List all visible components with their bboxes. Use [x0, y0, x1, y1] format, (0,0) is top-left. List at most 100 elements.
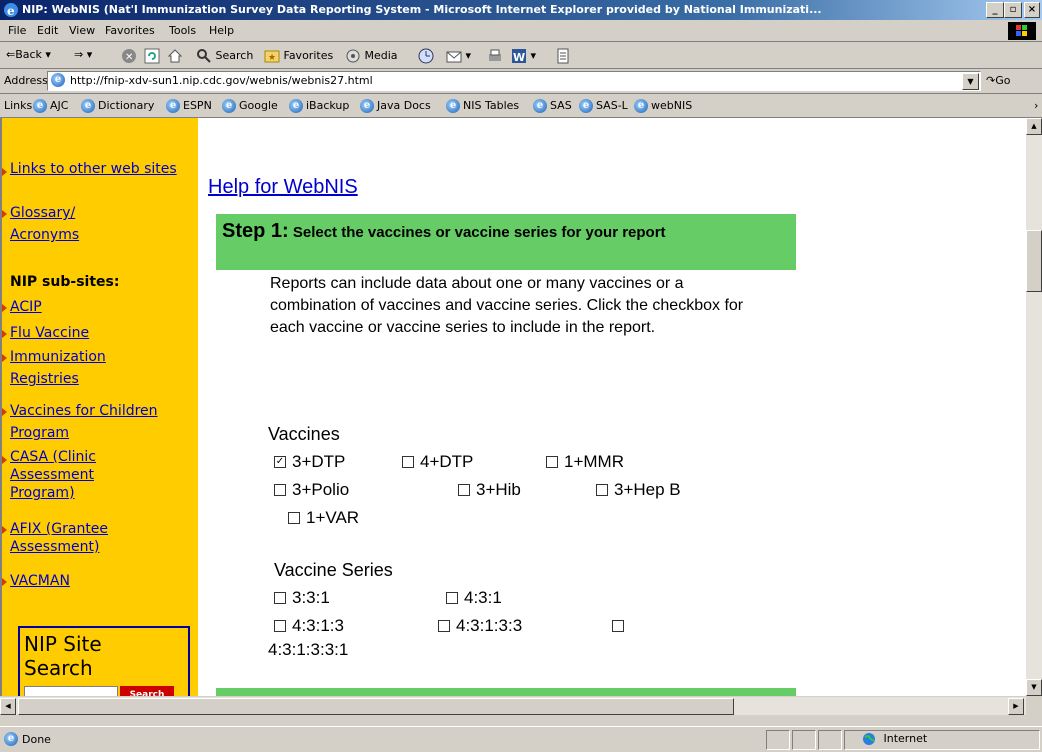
checkbox-icon[interactable] — [446, 591, 458, 604]
checkbox-icon[interactable] — [402, 455, 414, 468]
vaccine-series-heading: Vaccine Series — [274, 560, 393, 580]
menu-help[interactable]: Help — [209, 24, 234, 37]
checkbox-icon[interactable] — [546, 455, 558, 468]
series-checkbox-431[interactable]: 4:3:1 — [446, 588, 502, 608]
checkbox-icon[interactable] — [458, 483, 470, 496]
edit-button[interactable]: W ▾ — [511, 48, 536, 64]
link-java-docs[interactable]: e Java Docs — [360, 99, 431, 113]
checkbox-icon[interactable] — [274, 591, 286, 604]
favorites-button[interactable]: ★ Favorites — [264, 48, 333, 64]
address-url[interactable]: http://fnip-xdv-sun1.nip.cdc.gov/webnis/… — [70, 74, 373, 87]
sidebar-item-acip[interactable]: ACIP — [10, 296, 42, 318]
scroll-right-arrow-icon[interactable]: ▶ — [1008, 698, 1024, 715]
page-icon: e — [51, 73, 68, 87]
step1-heading: Step 1: Select the vaccines or vaccine s… — [216, 214, 796, 246]
checkbox-icon[interactable] — [438, 619, 450, 632]
checkbox-checked-icon[interactable]: ✓ — [274, 455, 286, 468]
scroll-up-arrow-icon[interactable]: ▲ — [1026, 118, 1042, 135]
menu-view[interactable]: View — [69, 24, 95, 37]
menu-file[interactable]: File — [8, 24, 26, 37]
vaccine-checkbox-3hib[interactable]: 3+Hib — [458, 480, 521, 500]
link-sas-l[interactable]: e SAS-L — [579, 99, 628, 113]
checkbox-icon[interactable] — [612, 619, 624, 632]
link-webnis[interactable]: e webNIS — [634, 99, 692, 113]
vaccine-checkbox-4dtp[interactable]: 4+DTP — [402, 452, 473, 472]
checkbox-icon[interactable] — [274, 619, 286, 632]
refresh-button[interactable] — [144, 48, 160, 64]
series-checkbox-331[interactable]: 3:3:1 — [274, 588, 330, 608]
title-bar: e NIP: WebNIS (Nat'l Immunization Survey… — [0, 0, 1042, 20]
link-espn[interactable]: e ESPN — [166, 99, 212, 113]
sidebar-item-flu-vaccine[interactable]: Flu Vaccine — [10, 322, 89, 344]
forward-button[interactable]: ⇒ ▾ — [74, 48, 92, 61]
vaccine-checkbox-1mmr[interactable]: 1+MMR — [546, 452, 624, 472]
checkbox-icon[interactable] — [274, 483, 286, 496]
go-button[interactable]: ↷Go — [986, 74, 1010, 87]
links-overflow-chevron-icon[interactable]: › — [1034, 99, 1038, 112]
sidebar-link-glossary[interactable]: Glossary/ Acronyms — [10, 202, 110, 246]
vaccine-checkbox-3hepb[interactable]: 3+Hep B — [596, 480, 681, 500]
close-button[interactable]: × — [1024, 2, 1040, 18]
horizontal-scrollbar[interactable]: ◀ ▶ — [0, 696, 1026, 715]
back-button[interactable]: ⇐Back ▾ — [6, 48, 51, 61]
history-button[interactable] — [418, 48, 434, 64]
bullet-arrow-icon — [2, 210, 7, 218]
vaccine-checkbox-3polio[interactable]: 3+Polio — [274, 480, 349, 500]
help-link[interactable]: Help for WebNIS — [208, 176, 358, 199]
menu-tools[interactable]: Tools — [169, 24, 196, 37]
stop-button[interactable]: ✕ — [121, 48, 137, 64]
vertical-scroll-thumb[interactable] — [1026, 230, 1042, 292]
bullet-arrow-icon — [2, 408, 7, 416]
series-checkbox-431331[interactable] — [612, 616, 630, 636]
menu-edit[interactable]: Edit — [37, 24, 58, 37]
sidebar-item-vfc[interactable]: Vaccines for Children Program — [10, 400, 190, 444]
checkbox-icon[interactable] — [288, 511, 300, 524]
search-button[interactable]: Search — [196, 48, 253, 64]
link-ibackup[interactable]: e iBackup — [289, 99, 349, 113]
ie-page-icon: e — [446, 99, 460, 113]
search-icon — [196, 48, 212, 64]
links-bar: Links e AJC e Dictionary e ESPN e Google e iB… — [0, 94, 1042, 118]
link-ajc[interactable]: e AJC — [33, 99, 68, 113]
bullet-arrow-icon — [2, 456, 7, 464]
site-search-input[interactable] — [24, 686, 118, 696]
scroll-down-arrow-icon[interactable]: ▼ — [1026, 679, 1042, 696]
scroll-left-arrow-icon[interactable]: ◀ — [0, 698, 16, 715]
menu-favorites[interactable]: Favorites — [105, 24, 155, 37]
minimize-button[interactable]: _ — [986, 2, 1004, 18]
vaccine-checkbox-1var[interactable]: 1+VAR — [288, 508, 359, 528]
media-button[interactable]: Media — [345, 48, 398, 64]
link-dictionary[interactable]: e Dictionary — [81, 99, 154, 113]
vaccines-heading: Vaccines — [268, 424, 340, 444]
print-button[interactable] — [487, 48, 503, 64]
bullet-arrow-icon — [2, 578, 7, 586]
status-bar: e Done Internet — [0, 726, 1042, 752]
sidebar-link-other-sites[interactable]: Links to other web sites — [10, 158, 195, 180]
vertical-scrollbar[interactable]: ▲ ▼ — [1026, 118, 1042, 696]
address-dropdown-button[interactable]: ▼ — [962, 73, 979, 90]
mail-button[interactable]: ▾ — [446, 48, 471, 64]
vaccine-checkbox-3dtp[interactable]: ✓ 3+DTP — [274, 452, 345, 472]
link-nis-tables[interactable]: e NIS Tables — [446, 99, 519, 113]
status-panel — [818, 730, 842, 750]
maximize-button[interactable]: ▫ — [1004, 2, 1022, 18]
address-field[interactable]: e http://fnip-xdv-sun1.nip.cdc.gov/webni… — [47, 71, 981, 91]
link-sas[interactable]: e SAS — [533, 99, 572, 113]
horizontal-scroll-thumb[interactable] — [18, 698, 734, 715]
sidebar-item-afix[interactable]: AFIX (Grantee Assessment) — [10, 520, 160, 556]
sidebar: Links to other web sites Glossary/ Acron… — [2, 118, 198, 696]
series-checkbox-4313[interactable]: 4:3:1:3 — [274, 616, 344, 636]
series-checkbox-43133[interactable]: 4:3:1:3:3 — [438, 616, 522, 636]
sidebar-item-immunization-registries[interactable]: Immunization Registries — [10, 346, 120, 390]
ie-page-icon: e — [289, 99, 303, 113]
media-icon — [345, 48, 361, 64]
home-button[interactable] — [167, 48, 183, 64]
checkbox-icon[interactable] — [596, 483, 608, 496]
discuss-button[interactable] — [555, 48, 571, 64]
sidebar-item-casa[interactable]: CASA (Clinic Assessment Program) — [10, 448, 140, 502]
history-icon — [418, 48, 434, 64]
address-label: Address — [4, 74, 48, 87]
sidebar-item-vacman[interactable]: VACMAN — [10, 570, 70, 592]
site-search-button[interactable]: Search — [120, 686, 174, 696]
link-google[interactable]: e Google — [222, 99, 278, 113]
